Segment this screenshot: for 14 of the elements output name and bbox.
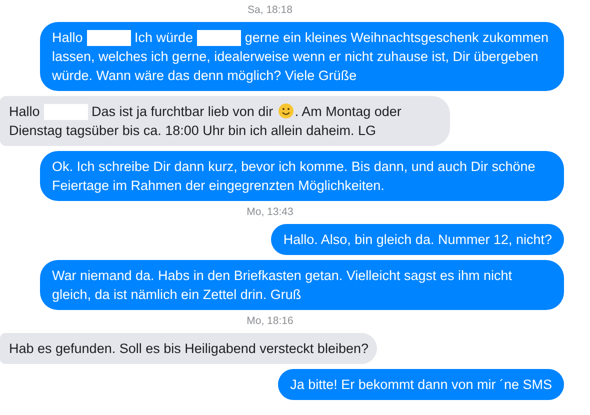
redaction-block	[44, 104, 88, 120]
timestamp: Sa, 18:18	[248, 4, 292, 17]
timestamp: Mo, 18:16	[246, 315, 294, 328]
received-message-bubble: Hab es gefunden. Soll es bis Heiligabend versteckt bleiben?	[0, 333, 378, 364]
received-message-bubble: Hallo Das ist ja furchtbar lieb von dir . Am Montag oder Dienstag tagsüber bis ca. 18:00 Uhr bin ich allein daheim. LG	[0, 96, 450, 146]
smiley-icon	[278, 103, 294, 119]
timestamp: Mo, 13:43	[246, 206, 294, 219]
redaction-block	[196, 30, 241, 46]
sent-message-bubble: War niemand da. Habs in den Briefkasten getan. Vielleicht sagst es ihm nicht gleich, da ist nämlich ein Zettel drin. Gruß	[40, 260, 564, 310]
sent-message-bubble: Ja bitte! Er bekommt dann von mir ´ne SMS	[278, 369, 564, 400]
sent-message-bubble: Ok. Ich schreibe Dir dann kurz, bevor ich komme. Bis dann, und auch Dir schöne Feiertage im Rahmen der eingegrenzten Möglichkeiten.	[40, 151, 564, 201]
redaction-block	[86, 30, 131, 46]
sent-message-bubble: Hallo Ich würde gerne ein kleines Weihnachtsgeschenk zukommen lassen, welches ich gerne, idealerweise wenn er nicht zuhause ist, Dir übergeben würde. Wann wäre das denn möglich? Viele Grüße	[40, 22, 564, 91]
sent-message-bubble: Hallo. Also, bin gleich da. Nummer 12, nicht?	[271, 224, 564, 255]
